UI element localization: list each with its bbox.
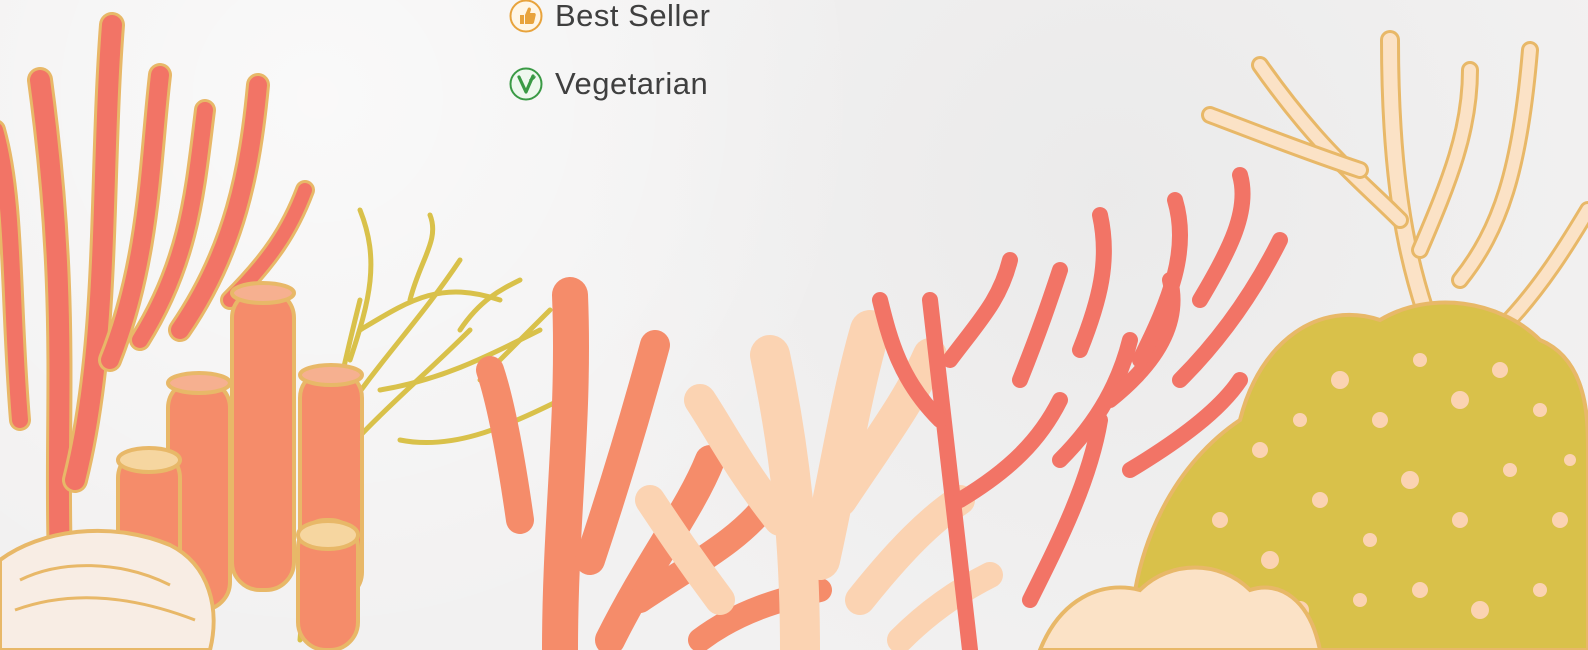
vegetarian-v-icon <box>509 67 543 101</box>
legend-item-vegetarian: Vegetarian <box>509 66 710 102</box>
coral-reef-illustration <box>0 12 1588 650</box>
legend-label-best-seller: Best Seller <box>555 0 711 33</box>
legend-item-best-seller: Best Seller <box>509 0 710 34</box>
menu-legend: Best Seller Vegetarian <box>509 0 710 132</box>
legend-label-vegetarian: Vegetarian <box>555 66 709 101</box>
thumbs-up-icon <box>509 0 543 33</box>
